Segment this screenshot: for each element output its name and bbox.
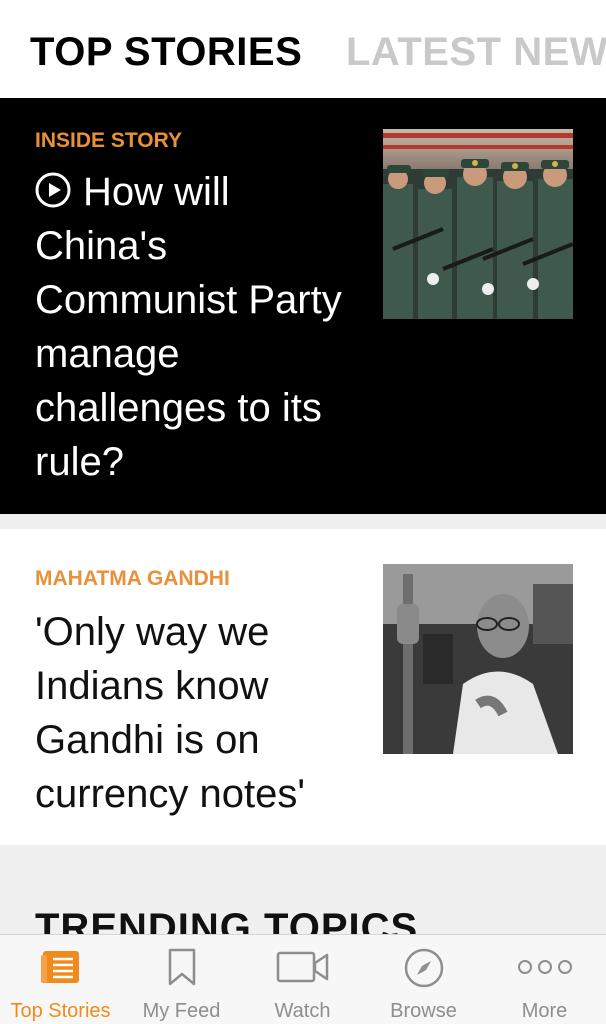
soldiers-marching-photo — [383, 129, 573, 319]
play-icon — [35, 172, 71, 208]
story-kicker: MAHATMA GANDHI — [35, 567, 230, 590]
tabbar-more[interactable]: More — [484, 935, 605, 1024]
tabbar-my-feed[interactable]: My Feed — [121, 935, 242, 1024]
gandhi-photo — [383, 564, 573, 754]
top-stories-icon — [40, 951, 79, 983]
video-camera-icon — [276, 951, 328, 983]
bookmark-icon — [168, 948, 195, 986]
tabbar-browse[interactable]: Browse — [363, 935, 484, 1024]
story-thumbnail-soldiers[interactable] — [383, 129, 573, 319]
tabbar-label: Browse — [390, 1000, 457, 1022]
tabbar-label: Top Stories — [10, 1000, 111, 1022]
tabbar-label: More — [521, 1000, 568, 1022]
story-card-gandhi[interactable]: MAHATMA GANDHI 'Only way we Indians know… — [0, 529, 606, 845]
tabbar-watch[interactable]: Watch — [242, 935, 363, 1024]
tabbar-top-stories[interactable]: Top Stories — [0, 935, 121, 1024]
story-thumbnail-gandhi[interactable] — [383, 564, 573, 754]
story-headline-text: How will China's Communist Party manage … — [35, 170, 342, 484]
bottom-tab-bar: Top Stories My Feed Watch Browse More — [0, 934, 606, 1024]
tabbar-label: My Feed — [142, 1000, 221, 1022]
compass-icon — [404, 948, 443, 988]
story-kicker: INSIDE STORY — [35, 129, 183, 152]
tab-latest-news[interactable]: LATEST NEWS — [346, 30, 606, 74]
story-headline: How will China's Communist Party manage … — [35, 165, 365, 489]
more-dots-icon — [517, 960, 572, 974]
tab-top-stories[interactable]: TOP STORIES — [30, 30, 302, 74]
tabbar-label: Watch — [274, 1000, 331, 1022]
story-headline: 'Only way we Indians know Gandhi is on c… — [35, 610, 305, 816]
story-card-china[interactable]: INSIDE STORY How will China's Communist … — [0, 98, 606, 514]
top-tab-header: TOP STORIES LATEST NEWS — [0, 0, 606, 98]
